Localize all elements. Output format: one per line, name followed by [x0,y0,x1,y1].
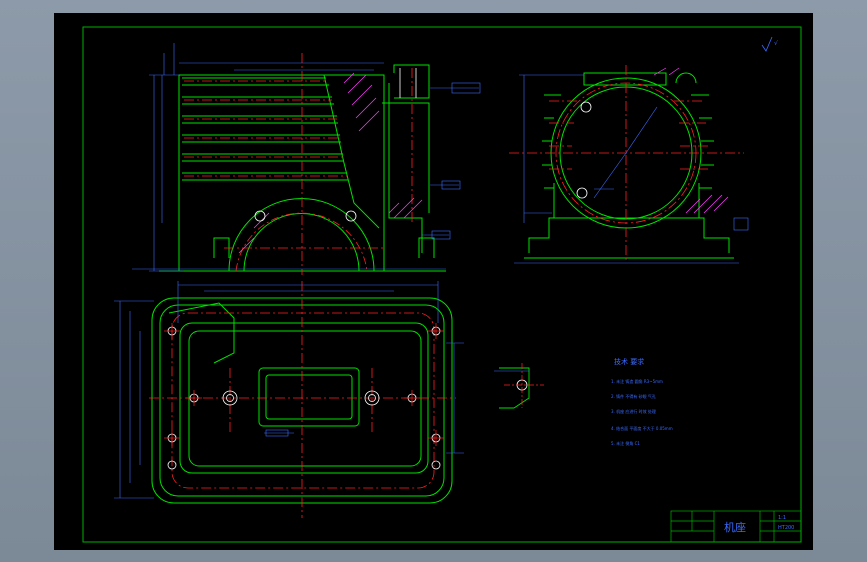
note-item: 2. 铸件 不得有 砂眼 气孔 [611,393,656,399]
side-view [509,65,749,264]
surface-symbol-text: √ [774,40,778,47]
cad-drawing: √ 技术 要求 1. 未注 铸造 圆角 R3~5mm 2. 铸件 不得有 砂眼 … [82,26,802,543]
notes-heading: 技术 要求 [614,357,644,366]
scale-text: 1:1 [778,515,786,521]
front-view [132,43,481,275]
title-text: 机座 [724,520,746,534]
top-view [114,281,464,518]
note-item: 1. 未注 铸造 圆角 R3~5mm [611,378,663,384]
technical-requirements: 技术 要求 1. 未注 铸造 圆角 R3~5mm 2. 铸件 不得有 砂眼 气孔… [611,357,673,446]
note-item: 5. 未注 倒角 C1 [611,440,640,446]
material-text: HT200 [778,525,794,531]
note-item: 3. 机座 应进行 时效 处理 [611,408,656,414]
surface-roughness-symbol: √ [761,36,778,52]
drawing-sheet: √ 技术 要求 1. 未注 铸造 圆角 R3~5mm 2. 铸件 不得有 砂眼 … [54,13,813,550]
note-item: 4. 结合面 平面度 不大于 0.05mm [611,425,673,431]
detail-view [494,363,544,409]
